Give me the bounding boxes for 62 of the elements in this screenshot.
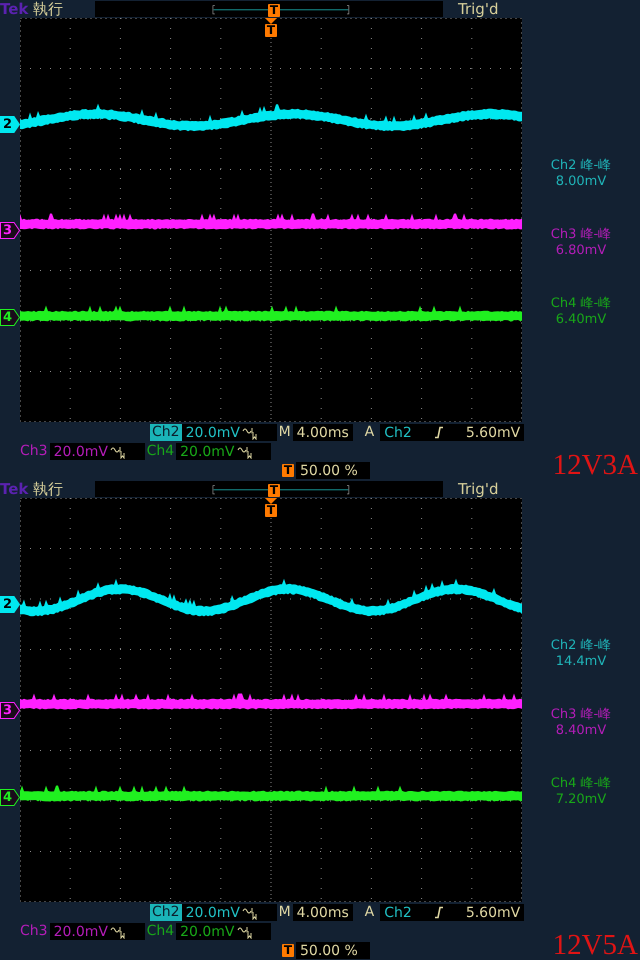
measurement-value: 6.80mV <box>556 243 606 259</box>
channel-label: Ch2 <box>150 904 182 921</box>
trigger-source: Ch2 <box>384 424 412 440</box>
channel-marker: 4 <box>0 309 20 326</box>
channel-label: Ch4 <box>146 443 176 460</box>
run-status: 執行 <box>33 480 64 498</box>
channel-label: Ch4 <box>146 923 176 940</box>
bandwidth-limit-icon <box>236 924 253 938</box>
scale-value: 20.0mV <box>54 924 108 940</box>
measurement-value: 8.40mV <box>556 723 606 739</box>
trigger-state: Trig'd <box>458 0 498 18</box>
trigger-arrow-icon <box>265 498 277 504</box>
bandwidth-limit-icon <box>110 924 126 938</box>
trigger-arrow-icon <box>265 18 277 24</box>
trigger-position-marker: T <box>282 464 294 477</box>
timebase-value: 4.00ms <box>296 424 349 440</box>
channel-label: Ch3 <box>19 923 49 940</box>
brand-label: Tek <box>0 0 30 18</box>
trigger-level: 5.60mV <box>466 424 520 440</box>
rising-edge-icon <box>434 426 444 439</box>
trigger-position-value: 50.00 % <box>300 942 358 958</box>
channel-marker: 3 <box>0 222 20 239</box>
channel-marker: 4 <box>0 789 20 806</box>
measurement-value: 8.00mV <box>556 174 606 190</box>
channel-label: Ch2 <box>150 424 182 441</box>
channel-marker: 3 <box>0 702 20 719</box>
measurement-label: Ch4 峰-峰 <box>550 296 612 312</box>
trigger-source: Ch2 <box>384 904 412 920</box>
measurement-label: Ch3 峰-峰 <box>550 707 612 723</box>
scale-value: 20.0mV <box>186 424 240 440</box>
timebase-label: M <box>278 904 292 921</box>
measurement-label: Ch2 峰-峰 <box>550 158 612 174</box>
measurement-label: Ch4 峰-峰 <box>550 776 612 792</box>
rising-edge-icon <box>434 906 444 919</box>
scale-value: 20.0mV <box>186 904 240 920</box>
measurement-value: 6.40mV <box>556 312 606 328</box>
channel-marker: 2 <box>0 116 20 133</box>
trigger-position-value: 50.00 % <box>300 462 358 478</box>
timebase-label: M <box>278 424 292 441</box>
channel-marker: 2 <box>0 596 20 613</box>
scale-value: 20.0mV <box>180 444 235 460</box>
scale-value: 20.0mV <box>54 444 108 460</box>
bandwidth-limit-icon <box>242 906 258 920</box>
trigger-state: Trig'd <box>458 480 498 498</box>
trigger-level: 5.60mV <box>466 904 520 920</box>
measurement-value: 7.20mV <box>556 792 606 808</box>
timebase-value: 4.00ms <box>296 904 349 920</box>
brand-label: Tek <box>0 480 30 498</box>
measurement-value: 14.4mV <box>556 654 606 670</box>
bandwidth-limit-icon <box>242 426 258 440</box>
bandwidth-limit-icon <box>110 444 126 458</box>
caption-label: 12V5A <box>552 930 638 960</box>
bandwidth-limit-icon <box>236 444 253 458</box>
caption-label: 12V3A <box>552 450 638 480</box>
channel-label: Ch3 <box>19 443 49 460</box>
scale-value: 20.0mV <box>180 924 235 940</box>
trigger-position-marker: T <box>282 944 294 957</box>
measurement-label: Ch3 峰-峰 <box>550 227 612 243</box>
trigger-mode: A <box>364 424 376 441</box>
trigger-mode: A <box>364 904 376 921</box>
run-status: 執行 <box>33 0 64 18</box>
measurement-label: Ch2 峰-峰 <box>550 638 612 654</box>
